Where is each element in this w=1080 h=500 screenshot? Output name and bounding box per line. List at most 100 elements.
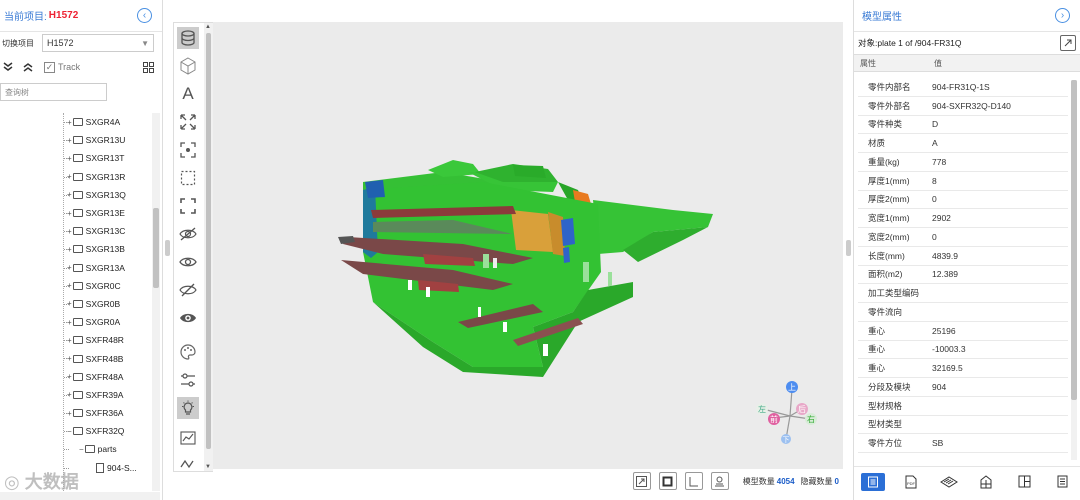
- property-row[interactable]: 材质 A: [858, 134, 1068, 153]
- property-row[interactable]: 零件外部名 904-SXFR32Q-D140: [858, 97, 1068, 116]
- property-row[interactable]: 型材规格: [858, 397, 1068, 416]
- property-row[interactable]: 宽度2(mm) 0: [858, 228, 1068, 247]
- triangle-up-icon[interactable]: ▲: [205, 24, 211, 30]
- plus-icon[interactable]: +: [67, 336, 72, 345]
- property-row[interactable]: 加工类型编码: [858, 284, 1068, 303]
- property-row[interactable]: 零件内部名 904-FR31Q-1S: [858, 78, 1068, 97]
- stamp-icon[interactable]: [710, 472, 729, 490]
- tree-node[interactable]: + SXFR48A: [0, 368, 152, 386]
- property-row[interactable]: 零件方位 SB: [858, 434, 1068, 453]
- axis-gizmo[interactable]: 上 左 后 前 右 下: [750, 376, 830, 456]
- property-row[interactable]: 面积(m2) 12.389: [858, 266, 1068, 285]
- hide-icon[interactable]: [177, 223, 199, 245]
- plus-icon[interactable]: +: [67, 209, 72, 218]
- tree-node-parts[interactable]: − parts: [0, 440, 152, 458]
- tree-node[interactable]: + SXFR36A: [0, 404, 152, 422]
- pdf-icon[interactable]: PDF: [899, 473, 923, 491]
- tree-node[interactable]: + SXGR13C: [0, 222, 152, 240]
- tree-node[interactable]: + SXFR48R: [0, 331, 152, 349]
- scrollbar-thumb[interactable]: [153, 208, 159, 288]
- collapse-left-panel-button[interactable]: ‹: [137, 8, 152, 23]
- slider-settings-icon[interactable]: [177, 369, 199, 391]
- tree-node[interactable]: + SXGR13T: [0, 149, 152, 167]
- fit-view-icon[interactable]: [177, 111, 199, 133]
- fullscreen-icon[interactable]: [177, 195, 199, 217]
- database-icon[interactable]: [177, 27, 199, 49]
- plus-icon[interactable]: +: [67, 390, 72, 399]
- plus-icon[interactable]: +: [67, 318, 72, 327]
- plus-icon[interactable]: +: [67, 136, 72, 145]
- show-icon[interactable]: [177, 251, 199, 273]
- plus-icon[interactable]: +: [67, 172, 72, 181]
- tree-node[interactable]: + SXGR13R: [0, 168, 152, 186]
- minus-icon[interactable]: −: [67, 427, 72, 436]
- tree-node[interactable]: − SXFR32Q: [0, 422, 152, 440]
- toolbar-scrollbar[interactable]: ▲ ▼: [204, 23, 213, 471]
- scrollbar-thumb[interactable]: [1071, 80, 1077, 400]
- property-row[interactable]: 零件种类 D: [858, 116, 1068, 135]
- plus-icon[interactable]: +: [67, 354, 72, 363]
- plus-icon[interactable]: +: [67, 227, 72, 236]
- focus-icon[interactable]: [177, 139, 199, 161]
- property-row[interactable]: 重心 25196: [858, 322, 1068, 341]
- ship-block-model[interactable]: [213, 22, 843, 469]
- box-select-icon[interactable]: [177, 167, 199, 189]
- tree-search-input[interactable]: 查询树: [0, 83, 107, 101]
- tree-node[interactable]: + SXGR0C: [0, 277, 152, 295]
- solid-view-icon[interactable]: [658, 472, 677, 490]
- plus-icon[interactable]: +: [67, 263, 72, 272]
- cube-icon[interactable]: [177, 55, 199, 77]
- property-row[interactable]: 零件流向: [858, 303, 1068, 322]
- property-row[interactable]: 型材类型: [858, 416, 1068, 435]
- property-row[interactable]: 分段及模块 904: [858, 378, 1068, 397]
- hide-others-icon[interactable]: [177, 279, 199, 301]
- export-image-icon[interactable]: [632, 472, 651, 490]
- color-palette-icon[interactable]: [177, 341, 199, 363]
- property-row[interactable]: 厚度1(mm) 8: [858, 172, 1068, 191]
- show-all-icon[interactable]: [177, 307, 199, 329]
- plus-icon[interactable]: +: [67, 118, 72, 127]
- export-icon[interactable]: [1060, 35, 1076, 51]
- plus-icon[interactable]: +: [67, 245, 72, 254]
- scrollbar-thumb[interactable]: [206, 33, 211, 449]
- 3d-viewport[interactable]: 上 左 后 前 右 下: [213, 22, 843, 469]
- property-row[interactable]: 重心 32169.5: [858, 359, 1068, 378]
- tree-node[interactable]: + SXGR0B: [0, 295, 152, 313]
- plus-icon[interactable]: +: [67, 299, 72, 308]
- property-row[interactable]: 厚度2(mm) 0: [858, 191, 1068, 210]
- measure-icon[interactable]: [177, 453, 199, 475]
- plus-icon[interactable]: +: [67, 154, 72, 163]
- expand-all-icon[interactable]: [0, 59, 16, 75]
- collapse-right-panel-button[interactable]: ›: [1055, 8, 1070, 23]
- tree-node[interactable]: + SXGR13E: [0, 204, 152, 222]
- right-panel-resize-handle[interactable]: [846, 240, 851, 256]
- property-row[interactable]: 宽度1(mm) 2902: [858, 209, 1068, 228]
- collapse-all-icon[interactable]: [20, 59, 36, 75]
- tree-node[interactable]: + SXGR13Q: [0, 186, 152, 204]
- tree-node[interactable]: + SXGR13B: [0, 240, 152, 258]
- tree-node[interactable]: + SXGR4A: [0, 113, 152, 131]
- tree-node[interactable]: + SXFR48B: [0, 349, 152, 367]
- tree-node[interactable]: + SXGR13U: [0, 131, 152, 149]
- tree-scrollbar[interactable]: [152, 113, 160, 491]
- chart-icon[interactable]: [177, 427, 199, 449]
- report-icon[interactable]: [1050, 473, 1074, 491]
- plus-icon[interactable]: +: [67, 190, 72, 199]
- plus-icon[interactable]: +: [67, 409, 72, 418]
- layers-icon[interactable]: [937, 473, 961, 491]
- plus-icon[interactable]: +: [67, 281, 72, 290]
- ruler-icon[interactable]: [684, 472, 703, 490]
- triangle-down-icon[interactable]: ▼: [205, 464, 211, 470]
- tree-node[interactable]: + SXGR13A: [0, 259, 152, 277]
- grid-icon[interactable]: [140, 59, 156, 75]
- left-panel-resize-handle[interactable]: [165, 240, 170, 256]
- tree-node[interactable]: + SXFR39A: [0, 386, 152, 404]
- property-row[interactable]: 长度(mm) 4839.9: [858, 247, 1068, 266]
- list-icon[interactable]: [860, 472, 885, 491]
- split-view-icon[interactable]: [1012, 473, 1036, 491]
- plus-icon[interactable]: +: [67, 372, 72, 381]
- track-checkbox[interactable]: ✓ Track: [44, 61, 80, 73]
- switch-project-select[interactable]: H1572 ▼: [42, 34, 154, 52]
- text-annotation-icon[interactable]: A: [177, 83, 199, 105]
- lightbulb-icon[interactable]: [177, 397, 199, 419]
